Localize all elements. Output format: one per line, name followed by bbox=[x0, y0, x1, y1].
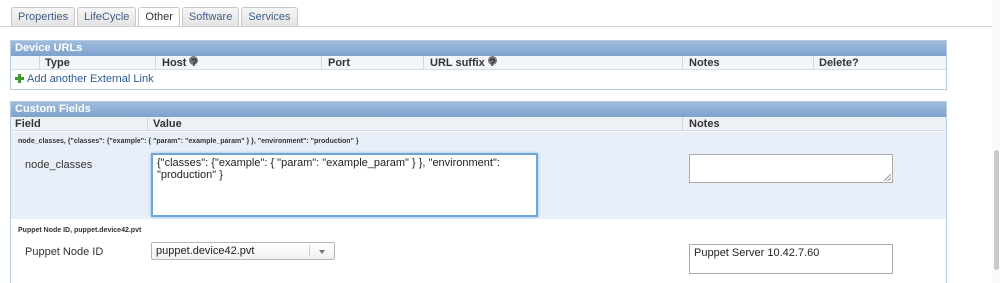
add-external-link-label: Add another External Link bbox=[27, 73, 154, 85]
node-classes-value-input[interactable]: {"classes": {"example": { "param": "exam… bbox=[151, 153, 538, 217]
custom-fields-panel: Custom Fields Field Value Notes node_cla… bbox=[10, 101, 947, 283]
custom-fields-column-headers: Field Value Notes bbox=[11, 117, 946, 131]
tab-other[interactable]: Other bbox=[138, 7, 180, 27]
custom-field-group: Puppet Node ID, puppet.device42.pvt Pupp… bbox=[11, 221, 946, 283]
column-type: Type bbox=[45, 57, 70, 69]
node-classes-notes-input[interactable] bbox=[689, 154, 893, 183]
tab-software[interactable]: Software bbox=[181, 7, 240, 26]
column-host: Host? bbox=[162, 56, 199, 69]
puppet-node-id-selected: puppet.device42.pvt bbox=[156, 245, 255, 257]
host-help-icon[interactable]: ? bbox=[189, 56, 199, 69]
url-suffix-help-icon[interactable]: ? bbox=[487, 56, 497, 69]
tab-lifecycle[interactable]: LifeCycle bbox=[77, 7, 137, 26]
field-label: Puppet Node ID bbox=[25, 246, 104, 258]
tab-properties[interactable]: Properties bbox=[11, 7, 76, 26]
column-value: Value bbox=[153, 118, 182, 130]
group-title: Puppet Node ID, puppet.device42.pvt bbox=[18, 227, 142, 234]
device-urls-header: Device URLs bbox=[11, 41, 946, 56]
column-delete: Delete? bbox=[819, 57, 859, 69]
add-external-link[interactable]: Add another External Link bbox=[15, 73, 154, 85]
puppet-node-id-select[interactable]: puppet.device42.pvt bbox=[151, 242, 335, 260]
tab-bar: Properties LifeCycle Other Software Serv… bbox=[11, 7, 300, 27]
field-label: node_classes bbox=[25, 159, 93, 171]
plus-icon bbox=[15, 74, 24, 83]
scrollbar-track[interactable] bbox=[992, 0, 1000, 283]
device-urls-panel: Device URLs Type Host? Port URL suffix? … bbox=[10, 40, 947, 90]
column-url-suffix: URL suffix? bbox=[430, 56, 497, 69]
group-title: node_classes, {"classes": {"example": { … bbox=[18, 138, 359, 145]
device-urls-column-headers: Type Host? Port URL suffix? Notes Delete… bbox=[11, 56, 946, 70]
tab-services[interactable]: Services bbox=[241, 7, 298, 26]
tabs-divider bbox=[0, 26, 992, 27]
resize-grip-icon[interactable] bbox=[884, 174, 891, 181]
column-field: Field bbox=[15, 118, 41, 130]
scrollbar-thumb[interactable] bbox=[994, 150, 999, 270]
column-notes: Notes bbox=[689, 118, 720, 130]
chevron-down-icon bbox=[319, 250, 325, 254]
custom-field-group: node_classes, {"classes": {"example": { … bbox=[11, 132, 946, 219]
column-port: Port bbox=[328, 57, 350, 69]
column-notes: Notes bbox=[689, 57, 720, 69]
custom-fields-header: Custom Fields bbox=[11, 102, 946, 117]
puppet-node-id-notes-input[interactable]: Puppet Server 10.42.7.60 bbox=[689, 244, 893, 274]
